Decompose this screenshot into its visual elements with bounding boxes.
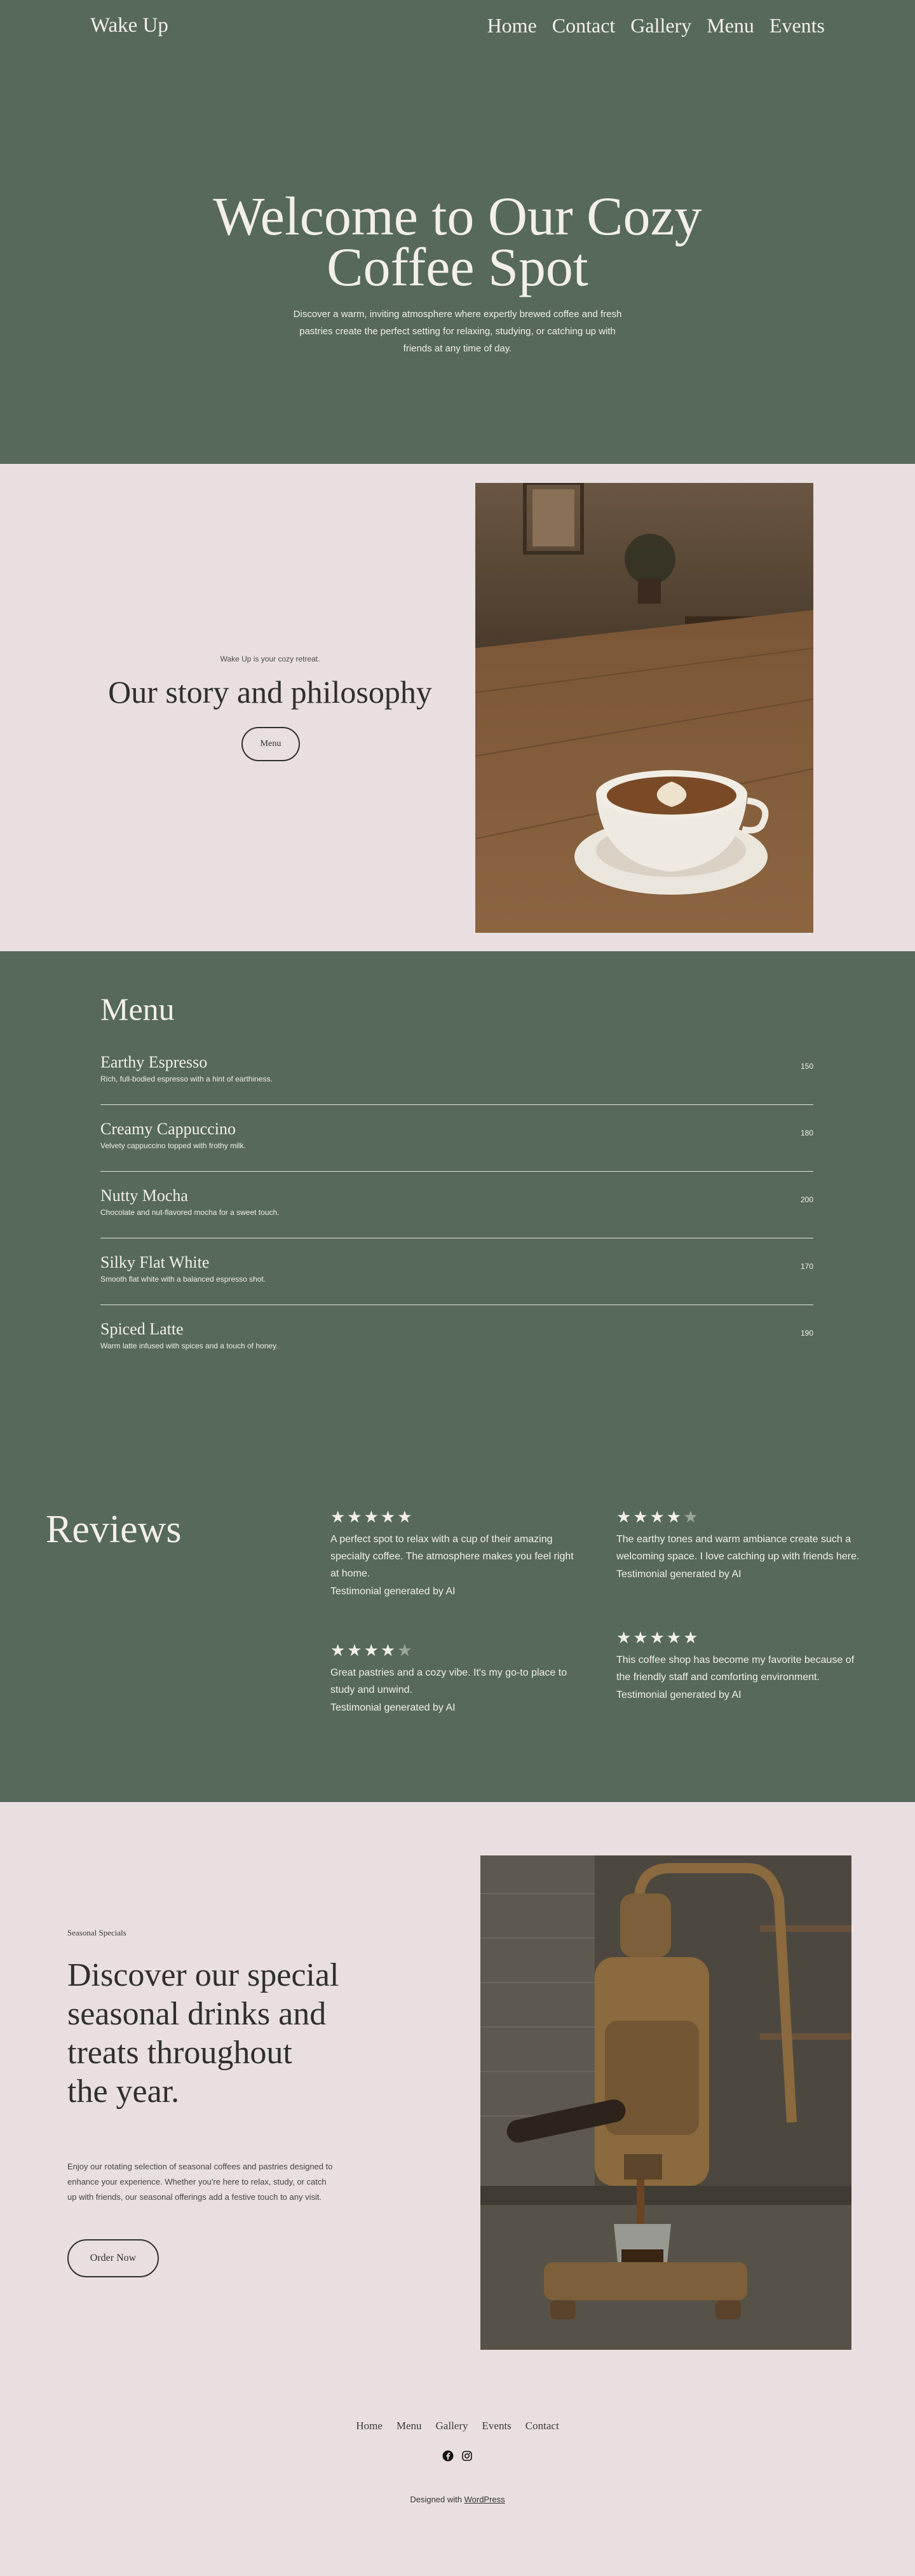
seasonal-section: Seasonal Specials Discover our special s… [0, 1802, 915, 2393]
menu-item: Nutty Mocha Chocolate and nut-flavored m… [100, 1186, 813, 1217]
divider [100, 1104, 813, 1105]
hero-subtitle: Discover a warm, inviting atmosphere whe… [293, 309, 622, 354]
review-author: Testimonial generated by AI [330, 1586, 456, 1597]
hero-section: Wake Up Home Contact Gallery Menu Events… [0, 0, 915, 464]
footer-nav-events[interactable]: Events [482, 2420, 512, 2432]
menu-item-desc: Chocolate and nut-flavored mocha for a s… [100, 1208, 280, 1217]
menu-item: Spiced Latte Warm latte infused with spi… [100, 1320, 813, 1350]
menu-item-name: Creamy Cappuccino [100, 1120, 236, 1138]
menu-item: Earthy Espresso Rich, full-bodied espres… [100, 1053, 813, 1083]
nav-gallery[interactable]: Gallery [630, 14, 691, 37]
espresso-machine-illustration [480, 1855, 851, 2350]
menu-item: Silky Flat White Smooth flat white with … [100, 1253, 813, 1284]
review-card: ★★★★★ The earthy tones and warm ambiance… [616, 1507, 871, 1580]
review-author: Testimonial generated by AI [330, 1702, 456, 1713]
site-header: Wake Up Home Contact Gallery Menu Events [0, 0, 915, 55]
seasonal-body: Enjoy our rotating selection of seasonal… [67, 2162, 333, 2202]
menu-item-price: 190 [800, 1329, 813, 1338]
menu-item-desc: Velvety cappuccino topped with frothy mi… [100, 1141, 246, 1150]
footer-credit: Designed with WordPress [0, 2495, 915, 2504]
menu-item: Creamy Cappuccino Velvety cappuccino top… [100, 1120, 813, 1150]
divider [100, 1171, 813, 1172]
menu-item-desc: Rich, full-bodied espresso with a hint o… [100, 1074, 273, 1083]
hero-title: Welcome to Our Cozy Coffee Spot [213, 186, 702, 297]
nav-menu[interactable]: Menu [707, 14, 754, 37]
footer-nav-gallery[interactable]: Gallery [436, 2420, 468, 2432]
social-links [0, 2450, 915, 2462]
wordpress-link[interactable]: WordPress [464, 2495, 505, 2504]
review-author: Testimonial generated by AI [616, 1569, 742, 1580]
footer-nav-home[interactable]: Home [356, 2420, 383, 2432]
brand-logo[interactable]: Wake Up [90, 14, 168, 37]
reviews-heading: Reviews [46, 1508, 182, 1551]
menu-item-name: Earthy Espresso [100, 1053, 208, 1071]
star-rating: ★★★★★ [616, 1628, 700, 1647]
menu-item-desc: Warm latte infused with spices and a tou… [100, 1341, 278, 1350]
star-rating: ★★★★★ [616, 1507, 700, 1526]
site-footer: Home Menu Gallery Events Contact Designe… [0, 2393, 915, 2576]
review-card: ★★★★★ A perfect spot to relax with a cup… [330, 1507, 585, 1597]
menu-item-name: Silky Flat White [100, 1253, 210, 1271]
star-rating: ★★★★★ [330, 1507, 414, 1526]
review-text: This coffee shop has become my favorite … [616, 1655, 855, 1683]
footer-nav-contact[interactable]: Contact [525, 2420, 559, 2432]
menu-item-name: Nutty Mocha [100, 1186, 188, 1205]
review-card: ★★★★★ This coffee shop has become my fav… [616, 1628, 871, 1701]
menu-section: Menu Earthy Espresso Rich, full-bodied e… [0, 951, 915, 1450]
latte-art-illustration [475, 483, 813, 933]
story-title: Our story and philosophy [108, 674, 432, 710]
menu-item-price: 150 [800, 1062, 813, 1071]
story-kicker: Wake Up is your cozy retreat. [220, 654, 320, 663]
review-text: The earthy tones and warm ambiance creat… [616, 1534, 860, 1562]
story-section: Wake Up is your cozy retreat. Our story … [0, 464, 915, 951]
menu-item-price: 170 [800, 1262, 813, 1271]
reviews-section: Reviews ★★★★★ A perfect spot to relax wi… [0, 1450, 915, 1802]
nav-contact[interactable]: Contact [552, 14, 616, 37]
seasonal-kicker: Seasonal Specials [67, 1928, 126, 1937]
menu-button[interactable]: Menu [241, 727, 300, 761]
main-nav: Home Contact Gallery Menu Events [487, 14, 825, 37]
menu-item-name: Spiced Latte [100, 1320, 184, 1338]
order-now-button[interactable]: Order Now [67, 2239, 159, 2277]
review-text: A perfect spot to relax with a cup of th… [330, 1534, 574, 1579]
espresso-machine-photo [480, 1855, 851, 2350]
menu-item-price: 180 [800, 1129, 813, 1137]
menu-heading: Menu [100, 991, 175, 1027]
footer-nav-menu[interactable]: Menu [396, 2420, 422, 2432]
star-rating: ★★★★★ [330, 1641, 414, 1660]
instagram-icon[interactable] [461, 2450, 473, 2462]
review-author: Testimonial generated by AI [616, 1690, 742, 1700]
latte-art-photo [475, 483, 813, 933]
review-card: ★★★★★ Great pastries and a cozy vibe. It… [330, 1641, 585, 1714]
review-text: Great pastries and a cozy vibe. It's my … [330, 1667, 567, 1695]
nav-home[interactable]: Home [487, 14, 537, 37]
facebook-icon[interactable] [442, 2450, 454, 2462]
seasonal-title: Discover our special seasonal drinks and… [67, 1957, 339, 2110]
menu-item-desc: Smooth flat white with a balanced espres… [100, 1275, 266, 1284]
nav-events[interactable]: Events [769, 14, 825, 37]
credit-prefix: Designed with [410, 2495, 462, 2504]
footer-nav: Home Menu Gallery Events Contact [0, 2420, 915, 2432]
menu-item-price: 200 [800, 1195, 813, 1204]
